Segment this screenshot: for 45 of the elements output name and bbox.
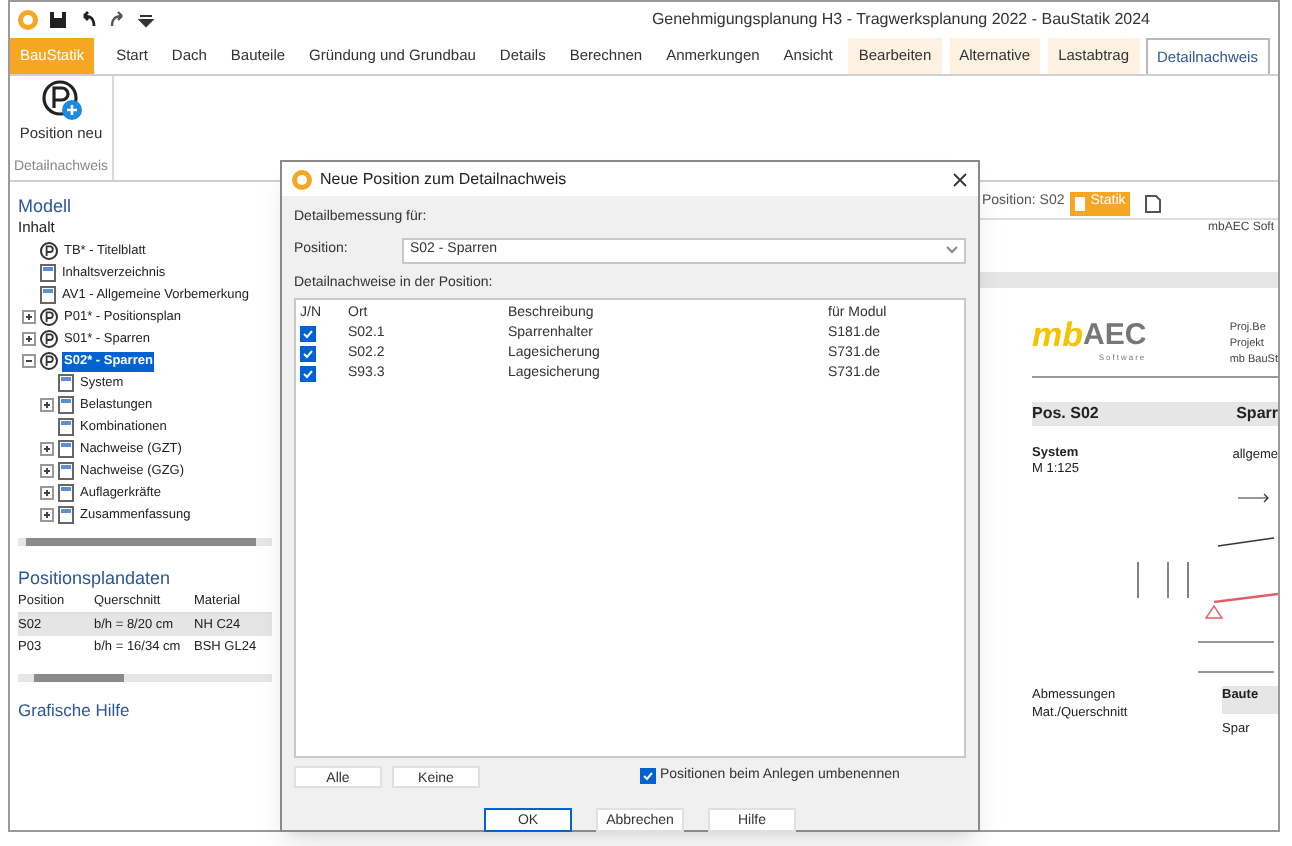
app-logo-icon <box>292 169 312 189</box>
document-icon <box>40 264 56 282</box>
document-icon <box>58 374 74 392</box>
position-icon <box>40 308 58 326</box>
expand-icon[interactable] <box>40 464 54 478</box>
document-icon <box>58 396 74 414</box>
save-icon[interactable] <box>48 10 68 30</box>
document-icon <box>58 440 74 458</box>
panel-title: Modell <box>18 194 74 218</box>
checkbox[interactable] <box>640 768 656 784</box>
scrollbar-thumb[interactable] <box>34 674 124 682</box>
expand-icon[interactable] <box>22 310 36 324</box>
redo-icon[interactable] <box>108 10 128 30</box>
window-title: Genehmigungsplanung H3 - Tragwerksplanung 2022 - BauStatik 2024 <box>651 8 1150 32</box>
checkbox[interactable] <box>300 326 316 343</box>
app-logo-icon <box>18 10 38 30</box>
expand-icon[interactable] <box>40 486 54 500</box>
customize-dropdown-icon[interactable] <box>138 10 154 30</box>
position-icon <box>40 242 58 260</box>
document-icon <box>58 484 74 502</box>
checkbox[interactable] <box>300 366 316 383</box>
expand-icon[interactable] <box>40 508 54 522</box>
panel-title: Grafische Hilfe <box>18 698 132 724</box>
scrollbar-thumb[interactable] <box>26 538 256 546</box>
position-number: Pos. S02 <box>1032 402 1099 426</box>
dialog-title: Neue Position zum Detailnachweis <box>320 167 569 191</box>
document-icon <box>58 418 74 436</box>
expand-icon[interactable] <box>40 398 54 412</box>
panel-title: Positionsplandaten <box>18 566 173 590</box>
checkbox[interactable] <box>300 346 316 363</box>
position-icon <box>41 80 81 120</box>
chevron-down-icon <box>946 246 958 254</box>
collapse-icon[interactable] <box>22 354 36 368</box>
position-icon <box>40 352 58 370</box>
document-icon <box>40 286 56 304</box>
expand-icon[interactable] <box>40 442 54 456</box>
new-page-icon[interactable] <box>1143 193 1162 213</box>
position-description: Sparr <box>1236 402 1278 426</box>
position-icon <box>40 330 58 348</box>
close-icon[interactable] <box>952 171 968 187</box>
undo-icon[interactable] <box>78 10 98 30</box>
document-icon <box>58 506 74 524</box>
document-icon <box>1074 195 1087 211</box>
document-icon <box>58 462 74 480</box>
expand-icon[interactable] <box>22 332 36 346</box>
